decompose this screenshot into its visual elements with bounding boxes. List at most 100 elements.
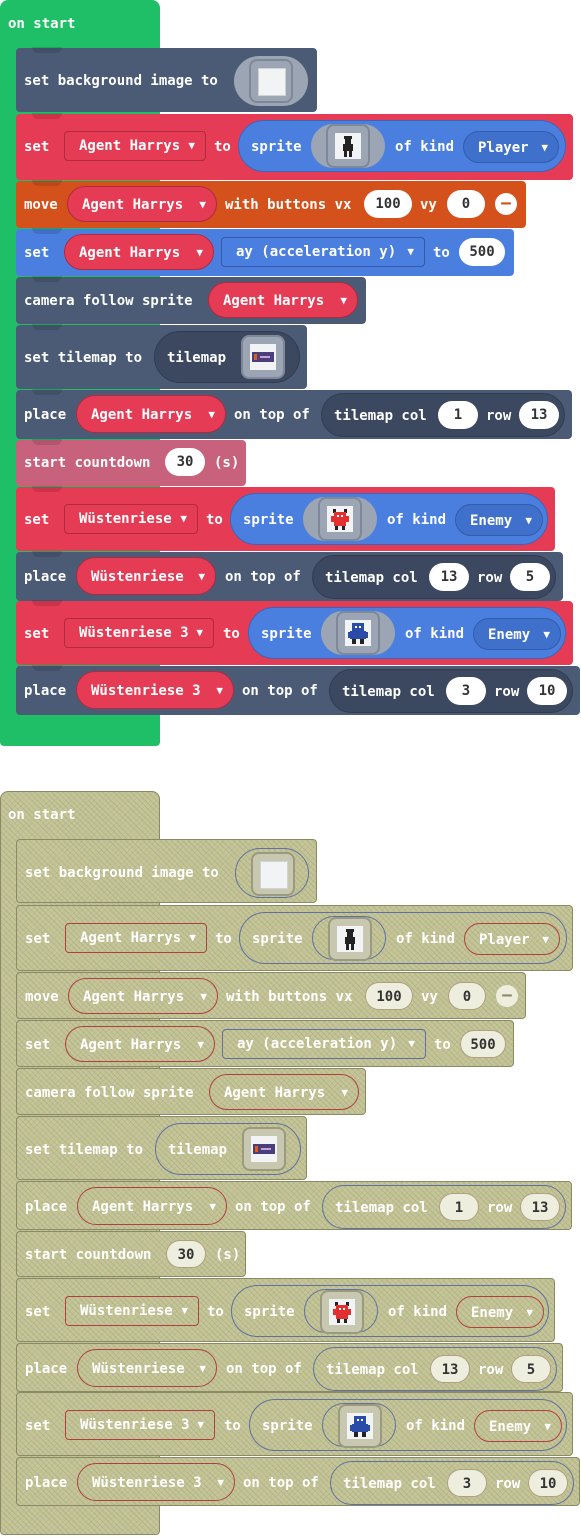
variable-dropdown[interactable]: Wüstenriese ▼ bbox=[65, 1296, 199, 1326]
set-sprite-block[interactable]: set Wüstenriese ▼ to sprite of kind Enemy… bbox=[16, 1278, 555, 1342]
kind-dropdown[interactable]: Player ▼ bbox=[463, 131, 559, 163]
tilemap-location-block[interactable]: tilemap col 13 row 5 bbox=[313, 1347, 557, 1391]
row-input[interactable]: 10 bbox=[527, 677, 567, 705]
variable-dropdown[interactable]: Wüstenriese 3 ▼ bbox=[65, 1410, 215, 1440]
player-sprite-icon[interactable] bbox=[326, 124, 370, 168]
enemy-3-sprite-icon[interactable] bbox=[338, 1404, 382, 1448]
kind-dropdown[interactable]: Enemy ▼ bbox=[473, 618, 561, 650]
variable-dropdown[interactable]: Agent Harrys ▼ bbox=[65, 923, 207, 953]
sprite-image-field[interactable] bbox=[312, 916, 386, 961]
sprite-image-field[interactable] bbox=[311, 124, 385, 168]
on-start-stack[interactable]: on start set background image to set Age… bbox=[0, 0, 581, 750]
set-sprite-property-block[interactable]: set Agent Harrys ▼ ay (acceleration y) ▼ t… bbox=[16, 228, 514, 276]
tilemap-location-block[interactable]: tilemap col 13 row 5 bbox=[312, 555, 556, 599]
kind-dropdown[interactable]: Enemy ▼ bbox=[455, 504, 543, 536]
set-sprite-block[interactable]: set Agent Harrys ▼ to sprite of kind Play… bbox=[16, 905, 573, 971]
col-input[interactable]: 13 bbox=[429, 563, 469, 591]
variable-dropdown[interactable]: Agent Harrys ▼ bbox=[77, 1187, 227, 1225]
vx-input[interactable]: 100 bbox=[365, 982, 413, 1010]
variable-dropdown[interactable]: Wüstenriese ▼ bbox=[76, 557, 216, 595]
enemy-sprite-icon[interactable] bbox=[318, 497, 362, 541]
create-sprite-block[interactable]: sprite of kind Enemy ▼ bbox=[231, 1285, 549, 1337]
kind-dropdown[interactable]: Enemy ▼ bbox=[474, 1410, 562, 1442]
property-dropdown[interactable]: ay (acceleration y) ▼ bbox=[222, 1029, 426, 1059]
player-sprite-icon[interactable] bbox=[328, 917, 372, 961]
variable-dropdown[interactable]: Agent Harrys ▼ bbox=[209, 1074, 359, 1110]
variable-dropdown[interactable]: Wüstenriese 3 ▼ bbox=[76, 671, 234, 709]
row-input[interactable]: 13 bbox=[519, 401, 559, 429]
row-input[interactable]: 5 bbox=[510, 563, 550, 591]
place-on-tilemap-block[interactable]: place Wüstenriese ▼ on top of tilemap col… bbox=[16, 551, 563, 601]
set-sprite-block[interactable]: set Wüstenriese ▼ to sprite of kind Enemy… bbox=[16, 486, 555, 551]
create-sprite-block[interactable]: sprite of kind Player ▼ bbox=[238, 120, 566, 172]
tilemap-location-block[interactable]: tilemap col 1 row 13 bbox=[321, 393, 565, 437]
vx-input[interactable]: 100 bbox=[364, 190, 412, 218]
tilemap-location-block[interactable]: tilemap col 1 row 13 bbox=[322, 1185, 566, 1229]
tilemap-location-block[interactable]: tilemap col 3 row 10 bbox=[329, 669, 573, 713]
variable-dropdown[interactable]: Agent Harrys ▼ bbox=[68, 978, 218, 1014]
variable-dropdown[interactable]: Agent Harrys ▼ bbox=[65, 1026, 215, 1062]
set-background-image-block[interactable]: set background image to bbox=[16, 47, 317, 112]
row-input[interactable]: 5 bbox=[511, 1355, 551, 1383]
variable-dropdown[interactable]: Wüstenriese 3 ▼ bbox=[77, 1463, 235, 1501]
tilemap-icon[interactable] bbox=[241, 335, 285, 379]
set-sprite-block[interactable]: set Wüstenriese 3 ▼ to sprite of kind Ene… bbox=[16, 1392, 573, 1456]
variable-dropdown[interactable]: Wüstenriese ▼ bbox=[77, 1349, 217, 1387]
kind-dropdown[interactable]: Enemy ▼ bbox=[456, 1296, 544, 1328]
place-on-tilemap-block[interactable]: place Agent Harrys ▼ on top of tilemap co… bbox=[16, 1181, 572, 1230]
tilemap-field[interactable]: tilemap bbox=[155, 1123, 301, 1175]
remove-parameter-icon[interactable]: − bbox=[495, 193, 517, 215]
camera-follow-block[interactable]: camera follow sprite Agent Harrys ▼ bbox=[16, 1068, 366, 1115]
countdown-input[interactable]: 30 bbox=[166, 1240, 206, 1268]
background-image-icon[interactable] bbox=[249, 59, 293, 103]
start-countdown-block[interactable]: start countdown 30 (s) bbox=[16, 1231, 246, 1277]
on-start-stack-ghost[interactable]: on start set background image to set Age… bbox=[0, 791, 581, 1537]
set-sprite-block[interactable]: set Wüstenriese 3 ▼ to sprite of kind Ene… bbox=[16, 600, 573, 665]
col-input[interactable]: 3 bbox=[446, 677, 486, 705]
place-on-tilemap-block[interactable]: place Agent Harrys ▼ on top of tilemap co… bbox=[16, 389, 572, 439]
tilemap-icon[interactable] bbox=[242, 1127, 286, 1171]
background-image-icon[interactable] bbox=[251, 852, 295, 896]
variable-dropdown[interactable]: Agent Harrys ▼ bbox=[208, 282, 358, 318]
remove-parameter-icon[interactable]: − bbox=[496, 985, 518, 1007]
col-input[interactable]: 13 bbox=[430, 1355, 470, 1383]
kind-dropdown[interactable]: Player ▼ bbox=[464, 923, 560, 955]
property-dropdown[interactable]: ay (acceleration y) ▼ bbox=[221, 237, 425, 267]
property-value-input[interactable]: 500 bbox=[460, 1030, 506, 1058]
create-sprite-block[interactable]: sprite of kind Player ▼ bbox=[239, 912, 567, 964]
variable-dropdown[interactable]: Agent Harrys ▼ bbox=[64, 234, 214, 270]
tilemap-location-block[interactable]: tilemap col 3 row 10 bbox=[330, 1461, 574, 1505]
variable-dropdown[interactable]: Agent Harrys ▼ bbox=[64, 131, 206, 161]
col-input[interactable]: 1 bbox=[439, 1193, 479, 1221]
place-on-tilemap-block[interactable]: place Wüstenriese 3 ▼ on top of tilemap c… bbox=[16, 665, 580, 715]
create-sprite-block[interactable]: sprite of kind Enemy ▼ bbox=[248, 607, 566, 659]
enemy-3-sprite-icon[interactable] bbox=[336, 611, 380, 655]
enemy-sprite-icon[interactable] bbox=[320, 1290, 364, 1334]
set-sprite-property-block[interactable]: set Agent Harrys ▼ ay (acceleration y) ▼ t… bbox=[16, 1020, 514, 1067]
sprite-image-field[interactable] bbox=[321, 611, 395, 655]
variable-dropdown[interactable]: Agent Harrys ▼ bbox=[67, 186, 217, 222]
create-sprite-block[interactable]: sprite of kind Enemy ▼ bbox=[249, 1399, 567, 1451]
start-countdown-block[interactable]: start countdown 30 (s) bbox=[16, 439, 246, 486]
background-image-field[interactable] bbox=[234, 56, 308, 106]
vy-input[interactable]: 0 bbox=[448, 982, 486, 1010]
variable-dropdown[interactable]: Agent Harrys ▼ bbox=[76, 395, 226, 433]
set-background-image-block[interactable]: set background image to bbox=[16, 839, 317, 903]
variable-dropdown[interactable]: Wüstenriese 3 ▼ bbox=[64, 618, 214, 648]
place-on-tilemap-block[interactable]: place Wüstenriese 3 ▼ on top of tilemap c… bbox=[16, 1457, 580, 1506]
background-image-field[interactable] bbox=[235, 848, 309, 898]
col-input[interactable]: 3 bbox=[447, 1469, 487, 1497]
create-sprite-block[interactable]: sprite of kind Enemy ▼ bbox=[230, 493, 548, 545]
camera-follow-block[interactable]: camera follow sprite Agent Harrys ▼ bbox=[16, 276, 366, 324]
property-value-input[interactable]: 500 bbox=[459, 238, 505, 266]
sprite-image-field[interactable] bbox=[322, 1403, 396, 1448]
set-tilemap-block[interactable]: set tilemap to tilemap bbox=[16, 1116, 307, 1180]
place-on-tilemap-block[interactable]: place Wüstenriese ▼ on top of tilemap col… bbox=[16, 1343, 563, 1392]
row-input[interactable]: 10 bbox=[528, 1469, 568, 1497]
vy-input[interactable]: 0 bbox=[447, 190, 485, 218]
variable-dropdown[interactable]: Wüstenriese ▼ bbox=[64, 504, 198, 534]
move-with-buttons-block[interactable]: move Agent Harrys ▼ with buttons vx 100 v… bbox=[16, 180, 526, 228]
row-input[interactable]: 13 bbox=[520, 1193, 560, 1221]
move-with-buttons-block[interactable]: move Agent Harrys ▼ with buttons vx 100 v… bbox=[16, 972, 526, 1019]
sprite-image-field[interactable] bbox=[303, 497, 377, 541]
